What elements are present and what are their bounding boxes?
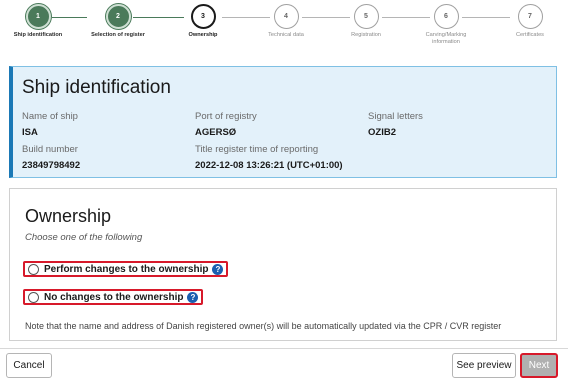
step-selection-of-register[interactable]: 2 Selection of register <box>84 4 152 39</box>
field-value: 23849798492 <box>22 160 81 171</box>
step-number: 7 <box>517 4 543 29</box>
ownership-note: Note that the name and address of Danish… <box>25 321 502 331</box>
section-title: Ship identification <box>22 77 171 98</box>
step-number: 6 <box>433 4 459 29</box>
field-value: ISA <box>22 127 38 138</box>
step-label: Selection of register <box>91 32 145 38</box>
radio-button[interactable] <box>28 291 39 303</box>
cancel-button[interactable]: Cancel <box>6 353 52 378</box>
radio-button[interactable] <box>28 263 39 275</box>
step-ship-identification[interactable]: 1 Ship identification <box>4 4 72 39</box>
title-register-time-field: Title register time of reporting 2022-12… <box>195 144 343 171</box>
step-label: Carving/Marking information <box>425 32 467 45</box>
field-label: Build number <box>22 144 78 155</box>
step-label: Ship identification <box>13 32 63 38</box>
ownership-panel: Ownership Choose one of the following Pe… <box>9 188 557 341</box>
field-label: Name of ship <box>22 111 78 122</box>
field-value: 2022-12-08 13:26:21 (UTC+01:00) <box>195 160 343 171</box>
step-registration: 5 Registration <box>332 4 400 39</box>
step-label: Registration <box>351 32 381 38</box>
footer-bar: Cancel See preview Next <box>0 348 568 384</box>
port-of-registry-field: Port of registry AGERSØ <box>195 111 257 138</box>
help-icon[interactable]: ? <box>187 291 199 303</box>
ship-identification-panel: Ship identification Name of ship ISA Por… <box>9 66 557 178</box>
option-label: No changes to the ownership <box>44 291 184 303</box>
build-number-field: Build number 23849798492 <box>22 144 80 171</box>
name-of-ship-field: Name of ship ISA <box>22 111 78 138</box>
option-label: Perform changes to the ownership <box>44 263 209 275</box>
step-certificates: 7 Certificates <box>496 4 564 39</box>
next-button[interactable]: Next <box>520 353 558 378</box>
see-preview-button[interactable]: See preview <box>452 353 516 378</box>
step-technical-data: 4 Technical data <box>252 4 320 39</box>
step-number: 2 <box>105 4 131 29</box>
progress-stepper: 1 Ship identification 2 Selection of reg… <box>0 0 568 58</box>
help-icon[interactable]: ? <box>212 263 224 275</box>
step-ownership[interactable]: 3 Ownership <box>169 4 237 39</box>
step-label: Technical data <box>268 32 304 38</box>
field-value: AGERSØ <box>195 127 237 138</box>
step-number: 4 <box>273 4 299 29</box>
field-label: Title register time of reporting <box>195 144 319 155</box>
field-label: Signal letters <box>368 111 423 122</box>
section-subtitle: Choose one of the following <box>25 232 143 243</box>
step-number: 3 <box>190 4 216 29</box>
step-carving-marking: 6 Carving/Marking information <box>412 4 480 45</box>
field-label: Port of registry <box>195 111 257 122</box>
field-value: OZIB2 <box>368 127 396 138</box>
perform-changes-option[interactable]: Perform changes to the ownership ? <box>23 261 229 277</box>
step-number: 5 <box>353 4 379 29</box>
step-number: 1 <box>25 4 51 29</box>
step-label: Certificates <box>516 32 544 38</box>
signal-letters-field: Signal letters OZIB2 <box>368 111 423 138</box>
step-label: Ownership <box>188 32 218 38</box>
no-changes-option[interactable]: No changes to the ownership ? <box>23 289 204 305</box>
section-title: Ownership <box>25 206 112 226</box>
